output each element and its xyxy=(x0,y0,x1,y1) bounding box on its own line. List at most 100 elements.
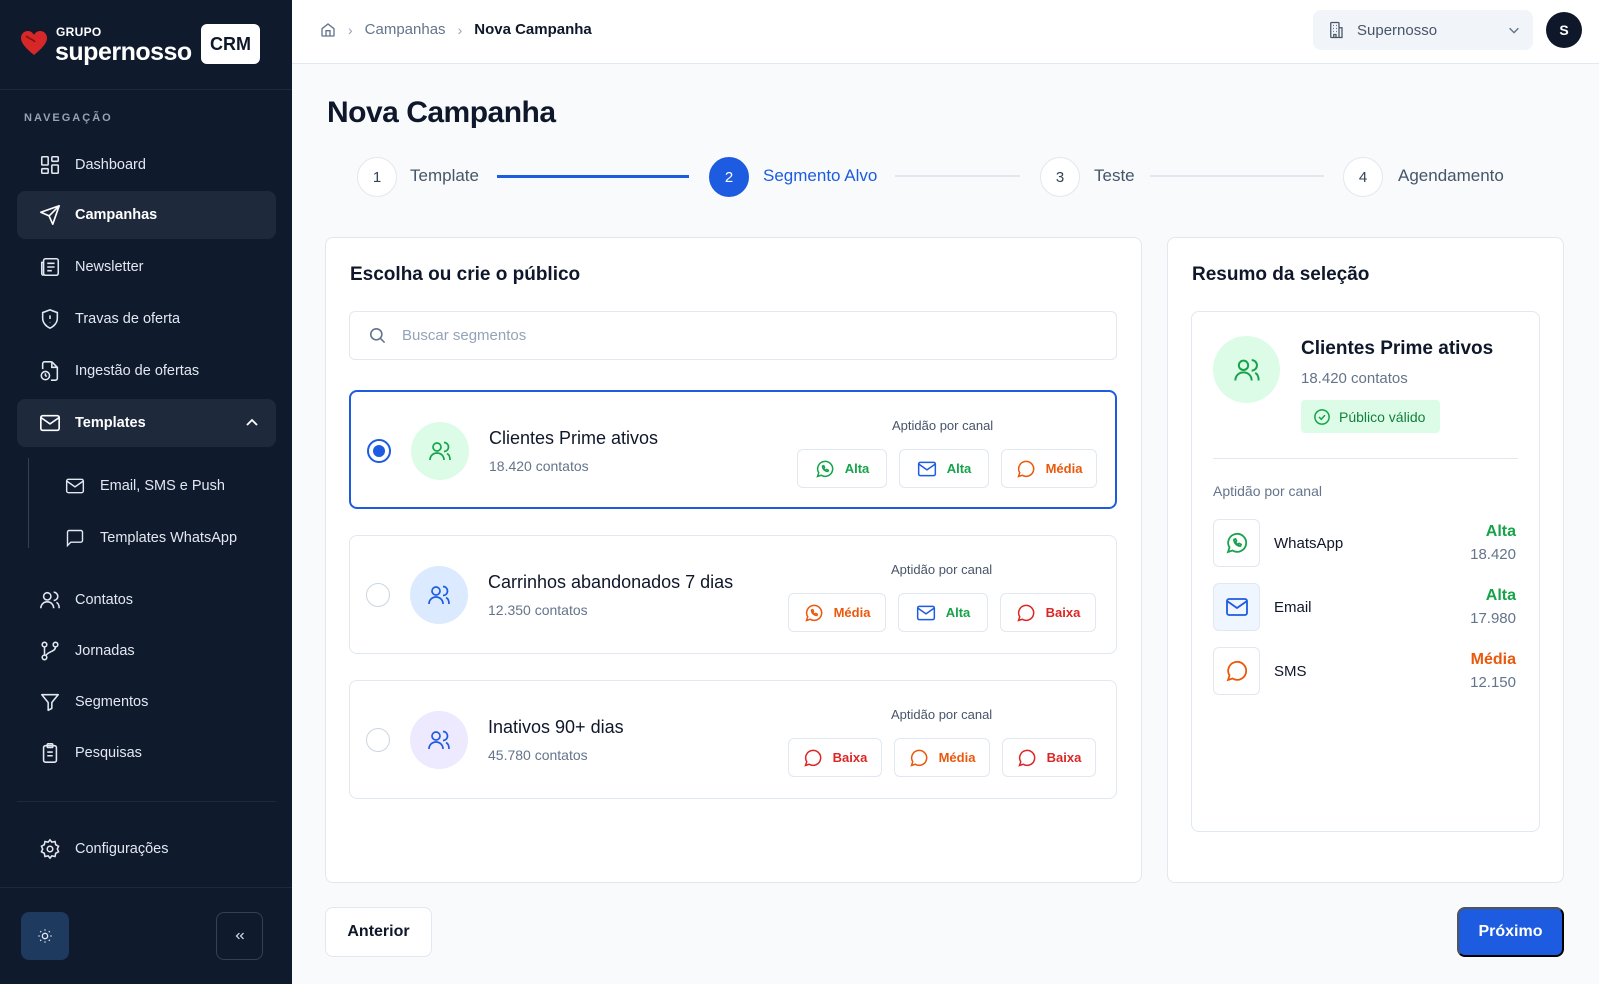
audience-card-title: Escolha ou crie o público xyxy=(350,264,581,285)
aptitude-label: Aptidão por canal xyxy=(892,418,994,433)
summary-card-title: Resumo da seleção xyxy=(1192,264,1370,285)
send-icon xyxy=(40,205,60,225)
chip-level: Alta xyxy=(946,461,972,476)
summary-channel-icon xyxy=(1213,647,1260,695)
avatar[interactable]: S xyxy=(1546,12,1582,48)
previous-button[interactable]: Anterior xyxy=(325,907,432,957)
sidebar-item-newsletter[interactable]: Newsletter xyxy=(17,243,276,291)
segment-radio[interactable] xyxy=(367,439,391,463)
sidebar-item-label: Configurações xyxy=(75,841,169,857)
sidebar: GRUPO supernosso CRM NAVEGAÇÃO Dashboard… xyxy=(0,0,292,984)
sidebar-item-contatos[interactable]: Contatos xyxy=(17,576,276,624)
clipboard-icon xyxy=(42,743,58,763)
segment-card-inativos[interactable]: Inativos 90+ dias 45.780 contatos Aptidã… xyxy=(349,680,1117,799)
shield-icon xyxy=(41,309,59,330)
sidebar-item-configuracoes[interactable]: Configurações xyxy=(17,825,276,873)
segment-count: 18.420 contatos xyxy=(489,458,589,474)
segment-card-carrinhos-abandonados[interactable]: Carrinhos abandonados 7 dias 12.350 cont… xyxy=(349,535,1117,654)
sidebar-item-label: Travas de oferta xyxy=(75,311,181,327)
search-icon xyxy=(369,327,386,344)
sidebar-item-label: Ingestão de ofertas xyxy=(75,363,200,379)
home-icon[interactable] xyxy=(320,22,336,38)
whatsapp-icon xyxy=(816,460,834,478)
step-3-circle[interactable]: 3 xyxy=(1040,157,1080,197)
search-input[interactable] xyxy=(402,327,1082,344)
segment-avatar xyxy=(410,566,468,624)
message-circle-icon xyxy=(1016,460,1034,478)
sidebar-item-jornadas[interactable]: Jornadas xyxy=(17,627,276,675)
summary-channel-name: Email xyxy=(1274,599,1312,616)
org-select[interactable]: Supernosso xyxy=(1313,10,1533,50)
message-circle-icon xyxy=(909,749,927,767)
summary-channel-value: 18.420 xyxy=(1470,546,1516,563)
sidebar-item-label: Campanhas xyxy=(75,207,158,223)
message-circle-icon xyxy=(1017,749,1036,767)
message-circle-icon xyxy=(1016,604,1035,622)
org-select-value: Supernosso xyxy=(1357,21,1438,39)
sidebar-subitem-label: Templates WhatsApp xyxy=(100,530,238,546)
segment-card-clientes-prime[interactable]: Clientes Prime ativos 18.420 contatos Ap… xyxy=(349,390,1117,509)
segment-name: Clientes Prime ativos xyxy=(489,428,659,448)
message-circle-icon xyxy=(803,749,822,767)
breadcrumb-separator: › xyxy=(348,21,353,38)
chevron-up-icon xyxy=(246,418,258,426)
sidebar-item-dashboard[interactable]: Dashboard xyxy=(17,141,276,189)
aptitude-label: Aptidão por canal xyxy=(891,562,993,577)
filter-icon xyxy=(40,693,60,712)
step-4-label: Agendamento xyxy=(1398,166,1504,185)
brand: GRUPO supernosso CRM xyxy=(0,0,292,90)
segment-count: 45.780 contatos xyxy=(488,747,588,763)
topbar: › Campanhas › Nova Campanha Supernosso S xyxy=(292,0,1599,64)
brand-group: GRUPO xyxy=(56,25,102,39)
chip-level: Média xyxy=(1045,461,1083,476)
status-badge: Público válido xyxy=(1301,400,1440,433)
sidebar-item-label: Contatos xyxy=(75,592,134,608)
sidebar-item-label: Segmentos xyxy=(75,694,149,710)
chip-level: Baixa xyxy=(1046,750,1082,765)
collapse-sidebar-button[interactable] xyxy=(216,912,263,960)
sidebar-subitem-templates-whatsapp[interactable]: Templates WhatsApp xyxy=(45,518,276,558)
summary-channel-name: SMS xyxy=(1274,663,1307,680)
segment-name: Carrinhos abandonados 7 dias xyxy=(488,572,734,592)
sidebar-item-label: Templates xyxy=(75,415,146,431)
step-4-circle[interactable]: 4 xyxy=(1343,157,1383,197)
mail-icon xyxy=(65,478,85,494)
breadcrumb-campanhas[interactable]: Campanhas xyxy=(365,21,446,38)
sidebar-item-pesquisas[interactable]: Pesquisas xyxy=(17,729,276,777)
branch-icon xyxy=(41,641,59,661)
theme-toggle-button[interactable] xyxy=(21,912,69,960)
sidebar-item-ingestao[interactable]: Ingestão de ofertas xyxy=(17,347,276,395)
segment-radio[interactable] xyxy=(366,728,390,752)
sidebar-item-segmentos[interactable]: Segmentos xyxy=(17,678,276,726)
summary-channel-level: Alta xyxy=(1485,587,1516,604)
status-badge-label: Público válido xyxy=(1339,408,1426,425)
summary-channel-icon xyxy=(1213,519,1260,567)
message-circle-icon xyxy=(1226,660,1247,682)
sidebar-item-campanhas[interactable]: Campanhas xyxy=(17,191,276,239)
whatsapp-icon xyxy=(804,604,822,622)
summary-channel-value: 17.980 xyxy=(1470,610,1516,627)
mail-icon xyxy=(917,461,936,476)
sidebar-subitem-email-sms-push[interactable]: Email, SMS e Push xyxy=(45,466,276,506)
step-connector xyxy=(497,175,689,178)
chevrons-left-icon xyxy=(235,932,244,940)
sidebar-item-templates[interactable]: Templates xyxy=(17,399,276,447)
summary-segment-avatar xyxy=(1213,336,1280,403)
step-2-circle[interactable]: 2 xyxy=(709,157,749,197)
mail-icon xyxy=(1225,598,1248,616)
sidebar-item-label: Jornadas xyxy=(75,643,135,659)
users-icon xyxy=(428,730,450,750)
channel-chip-whatsapp: Alta xyxy=(797,449,887,488)
sidebar-item-travas[interactable]: Travas de oferta xyxy=(17,295,276,343)
users-icon xyxy=(40,591,60,609)
sidebar-subitem-label: Email, SMS e Push xyxy=(100,478,225,494)
segment-avatar xyxy=(411,422,469,480)
heart-logo-icon xyxy=(21,31,47,55)
summary-channel-level: Alta xyxy=(1485,523,1516,540)
next-button[interactable]: Próximo xyxy=(1457,907,1564,957)
aptitude-label: Aptidão por canal xyxy=(891,707,993,722)
channel-chip-whatsapp: Média xyxy=(788,593,886,632)
segment-radio[interactable] xyxy=(366,583,390,607)
step-1-circle[interactable]: 1 xyxy=(357,157,397,197)
sun-icon xyxy=(38,929,52,943)
